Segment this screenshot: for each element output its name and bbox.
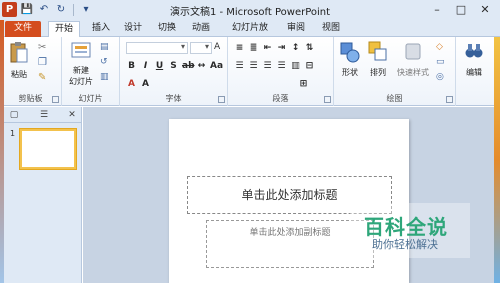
cut-icon[interactable]: ✂ [38,42,50,54]
shapes-label: 形状 [342,68,358,77]
window-title: 演示文稿1 - Microsoft PowerPoint [169,7,331,18]
line-spacing-icon[interactable]: ↕ [290,43,301,54]
drawing-group: 形状 排列 快速样式 ◇ ▭ ◎ 绘图 [334,37,456,106]
slides-group-label: 幻灯片 [78,94,103,103]
increase-indent-icon[interactable]: ⇥ [276,43,287,54]
shapes-button[interactable]: 形状 [338,41,362,78]
slide-number: 1 [10,129,16,138]
change-case-icon[interactable]: Aa [210,61,223,72]
font-color-row: A A [126,79,151,90]
minimize-button[interactable]: – [426,2,448,17]
tab-insert[interactable]: 插入 [88,21,114,37]
drawing-launcher-icon[interactable] [446,96,453,103]
shape-outline-icon[interactable]: ▭ [436,57,448,69]
font-size-combo[interactable] [190,42,212,54]
new-slide-label-2: 幻灯片 [69,77,93,86]
editing-group: 编辑 [456,37,494,106]
drawing-group-label: 绘图 [386,94,403,103]
new-slide-label-1: 新建 [73,66,89,75]
tab-review[interactable]: 审阅 [283,21,309,37]
columns-icon[interactable]: ▥ [290,61,301,72]
tab-view[interactable]: 视图 [318,21,344,37]
align-right-icon[interactable]: ☰ [262,61,273,72]
font-style-row: B I U S ab ↔ Aa [126,61,223,72]
paragraph-group: ≡ ≣ ⇤ ⇥ ↕ ⇅ ☰ ☰ ☰ ☰ ▥ ⊟ ⊞ 段落 [228,37,334,106]
align-text-icon[interactable]: ⊟ [304,61,315,72]
bold-icon[interactable]: B [126,61,137,72]
slides-tab-icon[interactable]: ▢ [8,110,20,120]
align-row: ☰ ☰ ☰ ☰ ▥ ⊟ [234,61,315,72]
section-icon[interactable]: ▥ [100,72,112,84]
arrange-label: 排列 [370,68,386,77]
paste-icon [10,42,28,63]
slides-pane-tabs: ▢ ☰ ✕ [0,107,82,123]
grow-font-icon[interactable]: A [214,42,226,54]
window-controls: – □ ✕ [426,2,496,17]
shape-effects-icon[interactable]: ◎ [436,72,448,84]
paste-label: 粘贴 [11,70,27,79]
layout-icon[interactable]: ▤ [100,42,112,54]
tab-animations[interactable]: 动画 [188,21,214,37]
tab-home[interactable]: 开始 [48,21,80,37]
maximize-button[interactable]: □ [450,2,472,17]
bullets-icon[interactable]: ≡ [234,43,245,54]
shadow-icon[interactable]: S [168,61,179,72]
align-center-icon[interactable]: ☰ [248,61,259,72]
font-group: A B I U S ab ↔ Aa A A 字体 [120,37,228,106]
slides-group: 新建 幻灯片 ▤ ↺ ▥ 幻灯片 [62,37,120,106]
ribbon-tabs: 文件 开始 插入 设计 切换 动画 幻灯片放映 审阅 视图 ⌃ ? [0,20,500,53]
new-slide-icon [71,42,91,58]
tab-design[interactable]: 设计 [120,21,146,37]
editing-button[interactable]: 编辑 [460,41,488,78]
clear-format-icon[interactable]: A [140,79,151,90]
shapes-icon [340,42,360,63]
paste-button[interactable]: 粘贴 [6,41,32,80]
tab-transitions[interactable]: 切换 [154,21,180,37]
editing-label: 编辑 [466,68,482,77]
close-pane-icon[interactable]: ✕ [66,110,78,120]
justify-icon[interactable]: ☰ [276,61,287,72]
arrange-button[interactable]: 排列 [366,41,390,78]
tab-slideshow[interactable]: 幻灯片放映 [228,21,272,48]
reset-icon[interactable]: ↺ [100,57,112,69]
underline-icon[interactable]: U [154,61,165,72]
desktop-edge-right [494,37,500,283]
arrange-icon [368,41,387,61]
slide-thumbnail[interactable] [20,129,76,169]
font-group-label: 字体 [165,94,182,103]
decrease-indent-icon[interactable]: ⇤ [262,43,273,54]
list-row: ≡ ≣ ⇤ ⇥ ↕ ⇅ [234,43,315,54]
spacing-icon[interactable]: ↔ [196,61,207,72]
outline-tab-icon[interactable]: ☰ [38,110,50,120]
new-slide-button[interactable]: 新建 幻灯片 [66,41,96,87]
close-button[interactable]: ✕ [474,2,496,17]
font-launcher-icon[interactable] [218,96,225,103]
smartart-icon[interactable]: ⊞ [298,79,309,90]
quick-styles-label: 快速样式 [397,68,429,77]
quick-styles-icon [405,43,421,60]
format-painter-icon[interactable]: ✎ [38,72,50,84]
font-color-icon[interactable]: A [126,79,137,90]
paragraph-group-label: 段落 [272,94,289,103]
strikethrough-icon[interactable]: ab [182,61,195,72]
clipboard-launcher-icon[interactable] [52,96,59,103]
binoculars-icon [465,44,483,58]
smartart-row: ⊞ [298,79,309,90]
tab-file[interactable]: 文件 [5,21,41,37]
italic-icon[interactable]: I [140,61,151,72]
subtitle-placeholder[interactable]: 单击此处添加副标题 [206,220,374,268]
clipboard-group: 粘贴 ✂ ❐ ✎ 剪贴板 [0,37,62,106]
shape-fill-icon[interactable]: ◇ [436,42,448,54]
title-bar: P 💾 ↶ ↻ ▾ 演示文稿1 - Microsoft PowerPoint –… [0,0,500,20]
ribbon: 粘贴 ✂ ❐ ✎ 剪贴板 新建 幻灯片 ▤ ↺ ▥ 幻灯片 A B I U [0,37,500,106]
align-left-icon[interactable]: ☰ [234,61,245,72]
desktop-edge-left [0,20,4,283]
watermark-subtitle: 助你轻松解决 [372,238,438,251]
text-direction-icon[interactable]: ⇅ [304,43,315,54]
copy-icon[interactable]: ❐ [38,57,50,69]
paragraph-launcher-icon[interactable] [324,96,331,103]
numbering-icon[interactable]: ≣ [248,43,259,54]
quick-styles-button[interactable]: 快速样式 [394,41,432,78]
font-name-combo[interactable] [126,42,188,54]
